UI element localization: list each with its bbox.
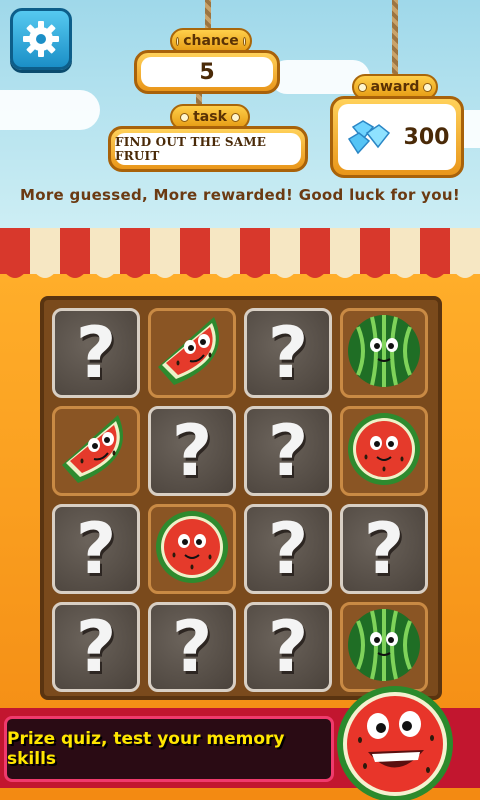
chance-panel: 5 [134,50,280,94]
awning-scallop-piece [120,266,150,278]
awning-scallop [0,266,480,278]
hidden-card[interactable]: ? [244,504,332,594]
hidden-card[interactable]: ? [340,504,428,594]
award-label: award [370,79,420,95]
awning-scallop-piece [330,266,360,278]
task-value: FIND OUT THE SAME FRUIT [115,133,301,165]
watermelon-slice-icon [152,311,232,395]
hidden-card[interactable]: ? [244,406,332,496]
awning-scallop-piece [450,266,480,278]
awning-scallop-piece [30,266,60,278]
awning-scallop-piece [0,266,30,278]
awning-scallop-piece [390,266,420,278]
card-board: ? ? ?? ? ? ? ? ? ? [40,296,442,700]
whole-watermelon-icon [344,311,424,395]
rope [392,0,398,78]
task-panel: FIND OUT THE SAME FRUIT [108,126,308,172]
revealed-card-watermelon-half [340,406,428,496]
tag-dot [242,36,246,46]
awning-scallop-piece [270,266,300,278]
promo-text: Prize quiz, test your memory skills [7,729,285,769]
chance-value: 5 [141,57,273,87]
tag-dot [230,112,240,122]
card-grid: ? ? ?? ? ? ? ? ? ? [52,308,428,692]
awning-scallop-piece [360,266,390,278]
hidden-card[interactable]: ? [52,308,140,398]
awning-scallop-piece [60,266,90,278]
question-mark-icon: ? [171,410,213,492]
settings-button[interactable] [10,8,72,70]
revealed-card-watermelon-half [148,504,236,594]
awning-scallop-piece [420,266,450,278]
task-label: task [193,109,227,125]
awning-scallop-piece [90,266,120,278]
hidden-card[interactable]: ? [52,602,140,692]
promo-banner: Prize quiz, test your memory skills [0,686,480,800]
awning-scallop-piece [150,266,180,278]
question-mark-icon: ? [267,410,309,492]
revealed-card-watermelon-slice [52,406,140,496]
question-mark-icon: ? [75,508,117,590]
hidden-card[interactable]: ? [52,504,140,594]
rope [205,0,211,30]
awning-scallop-piece [300,266,330,278]
diamond-icon [347,120,390,155]
question-mark-icon: ? [363,508,405,590]
awning-scallop-piece [180,266,210,278]
hidden-card[interactable]: ? [148,602,236,692]
watermelon-slice-icon [56,409,136,493]
revealed-card-whole-watermelon [340,308,428,398]
award-panel: 300 [330,96,464,178]
watermelon-half-icon [344,409,424,493]
promo-text-box: Prize quiz, test your memory skills [4,716,334,782]
watermelon-mascot-icon [337,686,453,800]
tag-dot [180,112,190,122]
hidden-card[interactable]: ? [148,406,236,496]
tag-dot [358,82,367,92]
hidden-card[interactable]: ? [244,308,332,398]
cloud [0,90,100,130]
revealed-card-watermelon-slice [148,308,236,398]
tag-dot [176,36,180,46]
watermelon-half-icon [152,507,232,591]
gear-icon [23,21,59,57]
hint-message: More guessed, More rewarded! Good luck f… [20,186,460,204]
tag-dot [423,82,432,92]
question-mark-icon: ? [75,312,117,394]
awning-scallop-piece [240,266,270,278]
chance-label: chance [183,33,239,49]
question-mark-icon: ? [75,606,117,688]
question-mark-icon: ? [171,606,213,688]
award-value: 300 [403,124,450,150]
awning-scallop-piece [210,266,240,278]
question-mark-icon: ? [267,606,309,688]
question-mark-icon: ? [267,312,309,394]
hidden-card[interactable]: ? [244,602,332,692]
question-mark-icon: ? [267,508,309,590]
